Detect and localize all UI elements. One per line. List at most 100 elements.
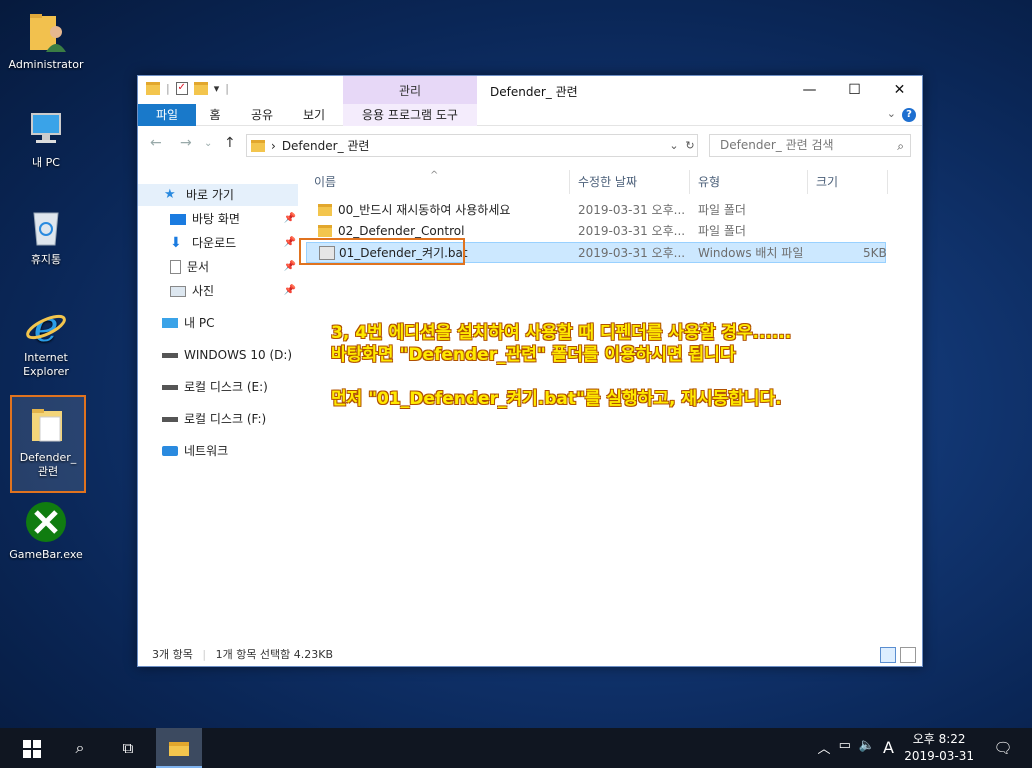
address-actions: ⌄ ↻ (666, 134, 698, 157)
pin-icon[interactable]: 📌 (284, 280, 296, 302)
column-label: 크기 (816, 175, 839, 189)
sidebar-item-quick-access[interactable]: ★ 바로 가기 (138, 184, 298, 206)
forward-arrow-icon[interactable]: → (180, 135, 192, 151)
column-header-size[interactable]: 크기 (808, 170, 888, 194)
desktop-icon-label: Administrator (8, 58, 84, 71)
content-area: ★ 바로 가기 바탕 화면 📌 ⬇ 다운로드 📌 문서 📌 사진 📌 내 PC … (138, 162, 922, 634)
file-row[interactable]: 00_반드시 재시동하여 사용하세요 2019-03-31 오후... 파일 폴… (306, 200, 886, 221)
pictures-icon (170, 285, 186, 297)
details-view-icon[interactable] (880, 647, 896, 663)
volume-icon[interactable]: 🔈 (859, 738, 875, 757)
search-input[interactable]: Defender_ 관련 검색 (709, 134, 911, 157)
xbox-icon (24, 500, 68, 544)
sidebar-item-documents[interactable]: 문서 📌 (138, 256, 298, 278)
sidebar-item-drive-f[interactable]: 로컬 디스크 (F:) (138, 408, 298, 430)
sidebar-item-desktop[interactable]: 바탕 화면 📌 (138, 208, 298, 230)
sidebar-item-label: 로컬 디스크 (E:) (184, 380, 268, 394)
tab-home[interactable]: 홈 (198, 104, 232, 126)
tab-file[interactable]: 파일 (138, 104, 196, 126)
folder-icon (146, 82, 160, 95)
properties-icon[interactable]: ✓ (175, 82, 188, 95)
address-dropdown-icon[interactable]: ⌄ (669, 139, 678, 152)
computer-icon (24, 108, 68, 152)
desktop-icon-recycle-bin[interactable]: 휴지통 (8, 205, 84, 267)
qat-dropdown-icon[interactable]: ▾ (214, 82, 220, 95)
recent-locations-icon[interactable]: ⌄ (204, 138, 212, 149)
desktop-icon-gamebar[interactable]: GameBar.exe (8, 500, 84, 562)
sidebar-item-label: 다운로드 (192, 236, 237, 250)
new-folder-icon[interactable] (193, 82, 208, 95)
minimize-button[interactable]: — (787, 76, 832, 104)
desktop-icon-administrator[interactable]: Administrator (8, 10, 84, 72)
drive-icon (162, 384, 178, 390)
column-header-type[interactable]: 유형 (690, 170, 808, 194)
annotation-line-3: 먼저 "01_Defender_켜기.bat"를 실행하고, 재시동합니다. (331, 389, 782, 409)
clock[interactable]: 오후 8:22 2019-03-31 (904, 731, 974, 765)
star-icon: ★ (164, 187, 176, 202)
network-icon[interactable]: ▭ (839, 738, 851, 757)
navigation-bar: ← → ⌄ ↑ › Defender_ 관련 ⌄ ↻ Defender_ 관련 … (138, 126, 922, 160)
folder-icon (26, 403, 70, 447)
file-date: 2019-03-31 오후... (578, 203, 686, 217)
input-method-indicator[interactable]: A (883, 738, 894, 757)
clock-date: 2019-03-31 (904, 749, 974, 763)
desktop-icon-label: GameBar.exe (9, 548, 83, 561)
view-buttons (880, 647, 916, 663)
file-date: 2019-03-31 오후... (578, 246, 686, 260)
tab-app-tools[interactable]: 응용 프로그램 도구 (343, 104, 477, 126)
help-icon[interactable]: ? (902, 108, 916, 122)
breadcrumb[interactable]: Defender_ 관련 (282, 137, 370, 154)
sidebar-item-pictures[interactable]: 사진 📌 (138, 280, 298, 302)
tab-share[interactable]: 공유 (242, 104, 282, 126)
show-hidden-icons-icon[interactable]: ︿ (818, 738, 831, 757)
large-icons-view-icon[interactable] (900, 647, 916, 663)
column-header-date[interactable]: 수정한 날짜 (570, 170, 690, 194)
title-bar: | ✓ ▾ | 관리 Defender_ 관련 — ☐ ✕ (138, 76, 922, 104)
file-date: 2019-03-31 오후... (578, 224, 686, 238)
clock-time: 오후 8:22 (912, 732, 966, 746)
sort-caret-icon: ^ (430, 170, 439, 181)
maximize-button[interactable]: ☐ (832, 76, 877, 104)
sidebar-item-network[interactable]: 네트워크 (138, 440, 298, 462)
user-folder-icon (24, 10, 68, 54)
pin-icon[interactable]: 📌 (284, 256, 296, 278)
column-header-name[interactable]: ^ 이름 (306, 170, 570, 194)
folder-icon (318, 225, 332, 237)
file-type: Windows 배치 파일 (698, 246, 804, 260)
network-icon (162, 446, 178, 456)
refresh-icon[interactable]: ↻ (685, 139, 694, 152)
task-view-button[interactable]: ⧉ (110, 728, 146, 768)
desktop-icon-internet-explorer[interactable]: e Internet Explorer (8, 302, 84, 379)
desktop-icon-defender-folder[interactable]: Defender_ 관련 (10, 395, 86, 493)
back-arrow-icon[interactable]: ← (150, 135, 162, 151)
folder-icon (318, 204, 332, 216)
windows-icon (23, 739, 41, 758)
download-icon: ⬇ (170, 235, 182, 251)
taskbar-file-explorer[interactable] (156, 728, 202, 768)
search-button[interactable]: ⌕ (62, 728, 98, 768)
sidebar-item-drive-d[interactable]: WINDOWS 10 (D:) (138, 344, 298, 366)
sidebar-item-downloads[interactable]: ⬇ 다운로드 📌 (138, 232, 298, 254)
window-title: Defender_ 관련 (490, 85, 578, 99)
desktop-icon-this-pc[interactable]: 내 PC (8, 108, 84, 170)
start-button[interactable] (14, 728, 50, 768)
sidebar-item-drive-e[interactable]: 로컬 디스크 (E:) (138, 376, 298, 398)
expand-ribbon-icon[interactable]: ⌄ (887, 107, 896, 120)
column-label: 유형 (698, 175, 721, 189)
search-icon: ⌕ (75, 738, 85, 757)
action-center-button[interactable]: 🗨 (988, 728, 1018, 768)
close-button[interactable]: ✕ (877, 76, 922, 104)
ribbon-tabs: 파일 홈 공유 보기 응용 프로그램 도구 ⌄ ? (138, 104, 922, 126)
pin-icon[interactable]: 📌 (284, 232, 296, 254)
pin-icon[interactable]: 📌 (284, 208, 296, 230)
sidebar-item-this-pc[interactable]: 내 PC (138, 312, 298, 334)
address-bar[interactable]: › Defender_ 관련 (246, 134, 698, 157)
sidebar-item-label: 내 PC (184, 316, 215, 330)
tab-view[interactable]: 보기 (294, 104, 334, 126)
desktop-icon-label: Internet Explorer (23, 351, 69, 378)
status-bar: 3개 항목 | 1개 항목 선택함 4.23KB (138, 644, 922, 666)
search-icon[interactable]: ⌕ (897, 139, 904, 154)
drive-icon (162, 416, 178, 422)
file-explorer-icon (169, 741, 189, 756)
up-arrow-icon[interactable]: ↑ (224, 135, 236, 151)
